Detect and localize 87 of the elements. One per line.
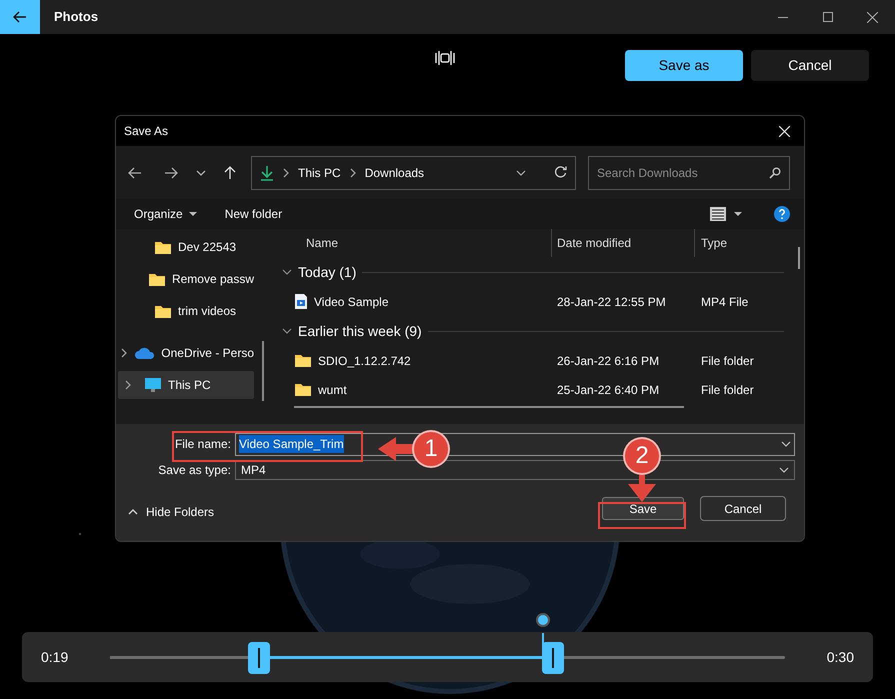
annotation-arrow <box>378 437 414 461</box>
save-as-button[interactable]: Save as <box>625 50 743 80</box>
save-type-label: Save as type: <box>157 462 232 479</box>
refresh-icon[interactable] <box>554 166 567 179</box>
view-list-icon[interactable] <box>710 207 726 221</box>
video-file-icon <box>294 293 308 310</box>
folder-icon <box>154 304 172 318</box>
sidebar-label: Remove passw <box>172 271 254 288</box>
file-name-label: File name: <box>174 436 232 453</box>
selected-text: Video Sample_Trim <box>239 435 344 453</box>
search-icon <box>769 166 781 178</box>
collapse-chevron-icon[interactable] <box>282 269 292 275</box>
caret-icon <box>188 212 197 216</box>
file-row[interactable]: wumt 25-Jan-22 6:40 PM File folder <box>282 375 804 404</box>
trim-handle[interactable] <box>542 642 564 674</box>
sidebar-label: trim videos <box>178 303 236 320</box>
trim-handle[interactable] <box>248 642 270 674</box>
breadcrumb-item[interactable]: Downloads <box>364 164 424 182</box>
new-folder-button[interactable]: New folder <box>224 205 282 223</box>
chevron-down-icon[interactable] <box>516 170 526 176</box>
column-header[interactable]: Date modified <box>552 229 695 257</box>
dialog-cancel-button[interactable]: Cancel <box>700 496 786 521</box>
sidebar-label: OneDrive - Perso <box>161 345 254 362</box>
close-icon <box>778 126 790 136</box>
column-header[interactable]: Type <box>695 234 728 252</box>
date-modified: 25-Jan-22 6:40 PM <box>556 382 660 398</box>
chevron-down-icon <box>779 467 789 473</box>
folder-icon <box>148 272 166 286</box>
collapse-chevron-icon[interactable] <box>282 328 292 334</box>
breadcrumb-chevron-icon <box>282 168 290 178</box>
folder-icon <box>154 240 172 254</box>
file-row[interactable]: Video Sample 28-Jan-22 12:55 PM MP4 File <box>282 287 804 316</box>
search-input[interactable]: Search Downloads <box>597 164 757 182</box>
chevron-down-icon <box>781 441 791 447</box>
up-arrow-icon[interactable] <box>224 166 236 180</box>
breadcrumb-item[interactable]: This PC <box>298 164 341 182</box>
save-type-value: MP4 <box>241 462 266 479</box>
start-time: 0:19 <box>41 648 70 666</box>
file-name: Video Sample <box>314 294 388 310</box>
column-header[interactable]: Name <box>282 229 552 257</box>
address-bar[interactable]: This PC Downloads <box>251 156 576 190</box>
breadcrumb-chevron-icon <box>348 168 357 178</box>
search-field[interactable]: Search Downloads <box>588 156 790 190</box>
sidebar-item[interactable]: trim videos <box>118 297 254 325</box>
group-header[interactable]: Earlier this week (9) <box>298 320 422 342</box>
cancel-button[interactable]: Cancel <box>751 50 869 80</box>
minimize-icon <box>778 16 788 18</box>
aspect-ratio-button[interactable] <box>433 48 457 68</box>
cloud-icon <box>135 347 156 359</box>
close-icon <box>867 12 878 22</box>
sidebar-item[interactable]: Dev 22543 <box>118 233 254 261</box>
download-icon <box>260 164 274 180</box>
maximize-icon <box>822 12 832 22</box>
file-type: MP4 File <box>700 294 748 310</box>
folder-icon <box>294 382 312 397</box>
dialog-title: Save As <box>124 123 168 140</box>
file-name: SDIO_1.12.2.742 <box>318 352 411 370</box>
forward-arrow-icon[interactable] <box>164 166 178 178</box>
sidebar-item[interactable]: Remove passw <box>118 265 254 293</box>
sidebar-label: This PC <box>168 377 211 394</box>
window-title: Photos <box>54 8 98 26</box>
date-modified: 28-Jan-22 12:55 PM <box>556 294 667 310</box>
monitor-icon <box>144 377 162 393</box>
file-row[interactable]: SDIO_1.12.2.742 26-Jan-22 6:16 PM File folder <box>282 346 804 375</box>
caret-icon[interactable] <box>734 212 742 216</box>
date-modified: 26-Jan-22 6:16 PM <box>556 352 660 370</box>
aspect-ratio-icon <box>434 50 456 66</box>
file-type: File folder <box>700 352 754 370</box>
back-arrow-icon[interactable] <box>128 166 142 178</box>
hide-folders-button[interactable]: Hide Folders <box>128 502 214 520</box>
expand-chevron-icon <box>120 348 128 358</box>
expand-chevron-icon <box>124 380 132 390</box>
sidebar-label: Dev 22543 <box>178 239 236 256</box>
file-type: File folder <box>700 382 754 398</box>
chevron-up-icon <box>128 508 138 514</box>
group-header[interactable]: Today (1) <box>298 262 356 282</box>
back-arrow-icon <box>13 11 27 23</box>
folder-icon <box>294 353 312 368</box>
sidebar-item[interactable]: OneDrive - Perso <box>118 339 254 367</box>
chevron-down-icon[interactable] <box>196 170 206 176</box>
help-icon[interactable] <box>774 206 790 222</box>
sidebar-item[interactable]: This PC <box>118 371 254 399</box>
back-button[interactable] <box>0 0 40 34</box>
file-name: wumt <box>318 382 347 398</box>
end-time: 0:30 <box>826 648 854 666</box>
organize-button[interactable]: Organize <box>134 205 197 223</box>
save-button[interactable]: Save <box>602 497 684 520</box>
